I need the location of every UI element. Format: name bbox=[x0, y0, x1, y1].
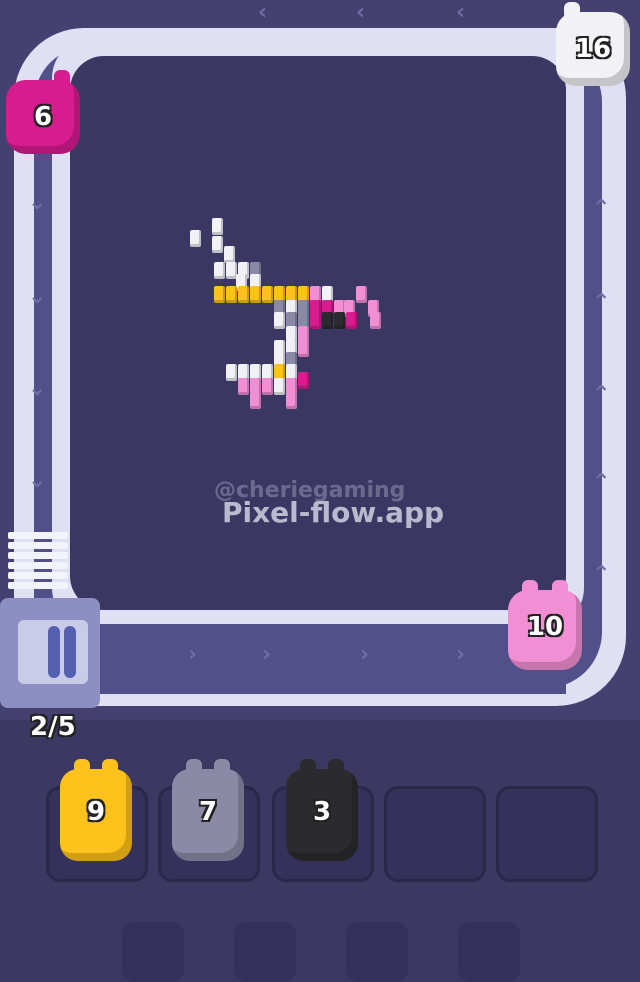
chevron-right-icon: › bbox=[188, 642, 198, 667]
chevron-right-icon: › bbox=[360, 642, 370, 667]
pig-ear bbox=[102, 759, 118, 777]
pig-ammo-count: 16 bbox=[574, 34, 612, 64]
chevron-up-icon: ⌃ bbox=[592, 562, 611, 587]
chevron-down-icon: ⌄ bbox=[28, 468, 47, 493]
chevron-down-icon: ⌄ bbox=[28, 190, 47, 215]
reserve-tray bbox=[122, 922, 184, 982]
launch-counter: 2/5 bbox=[30, 712, 76, 742]
pig-ammo-count: 3 bbox=[312, 797, 332, 827]
queue-slot[interactable]: 3 bbox=[272, 759, 374, 882]
chevron-left-icon: ‹ bbox=[356, 0, 366, 25]
pig-ear bbox=[552, 580, 568, 598]
pig-ammo-count: 7 bbox=[198, 797, 218, 827]
conveyor-entry-steps bbox=[8, 532, 68, 592]
launcher-slot bbox=[18, 620, 88, 684]
pig-ear bbox=[214, 759, 230, 777]
launcher-roller bbox=[48, 626, 60, 678]
chevron-left-icon: ‹ bbox=[456, 0, 466, 25]
yellow-pig-queued[interactable]: 9 bbox=[60, 759, 132, 861]
white-pig-shooter[interactable]: 16 bbox=[556, 2, 630, 86]
chevron-down-icon: ⌄ bbox=[28, 376, 47, 401]
pixel-field-frame bbox=[52, 38, 584, 628]
pink-pig-shooter[interactable]: 10 bbox=[508, 580, 582, 670]
pig-ammo-count: 9 bbox=[86, 797, 106, 827]
watermark-site: Pixel-flow.app bbox=[222, 496, 445, 529]
reserve-tray bbox=[346, 922, 408, 982]
pig-launcher bbox=[0, 598, 100, 708]
queue-slot[interactable]: 9 bbox=[46, 759, 148, 882]
queue-slot-empty[interactable] bbox=[384, 786, 486, 882]
pig-ear bbox=[328, 759, 344, 777]
launcher-roller bbox=[64, 626, 76, 678]
pig-ammo-count: 6 bbox=[33, 102, 53, 132]
pig-ear bbox=[54, 70, 70, 88]
black-pig-queued[interactable]: 3 bbox=[286, 759, 358, 861]
chevron-up-icon: ⌃ bbox=[592, 382, 611, 407]
pig-ear bbox=[522, 580, 538, 598]
chevron-left-icon: ‹ bbox=[258, 0, 268, 25]
chevron-down-icon: ⌄ bbox=[28, 284, 47, 309]
gray-pig-queued[interactable]: 7 bbox=[172, 759, 244, 861]
pig-ear bbox=[74, 759, 90, 777]
conveyor-bottom-lane: › › › › bbox=[96, 618, 566, 700]
pig-ammo-count: 10 bbox=[526, 612, 564, 642]
chevron-right-icon: › bbox=[456, 642, 466, 667]
queue-slot[interactable]: 7 bbox=[158, 759, 260, 882]
chevron-up-icon: ⌃ bbox=[592, 290, 611, 315]
reserve-tray bbox=[234, 922, 296, 982]
pig-ear bbox=[564, 2, 580, 20]
queue-slot-empty[interactable] bbox=[496, 786, 598, 882]
pig-ear bbox=[300, 759, 316, 777]
magenta-pig-shooter[interactable]: 6 bbox=[6, 70, 80, 154]
chevron-up-icon: ⌃ bbox=[592, 196, 611, 221]
chevron-right-icon: › bbox=[262, 642, 272, 667]
chevron-up-icon: ⌃ bbox=[592, 470, 611, 495]
pig-ear bbox=[186, 759, 202, 777]
reserve-tray bbox=[458, 922, 520, 982]
